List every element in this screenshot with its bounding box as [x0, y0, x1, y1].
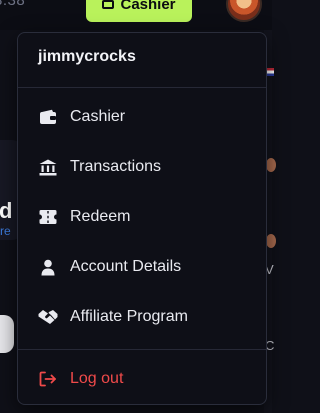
logout-button[interactable]: Log out	[18, 354, 266, 404]
logout-icon	[38, 369, 58, 389]
menu-item-account-details[interactable]: Account Details	[18, 242, 266, 292]
handshake-icon	[38, 307, 58, 327]
divider	[18, 87, 266, 88]
menu-item-transactions[interactable]: Transactions	[18, 142, 266, 192]
ticket-icon	[38, 207, 58, 227]
menu-item-label: Transactions	[70, 158, 161, 175]
account-dropdown-menu: jimmycrocks Cashier Transactions Redeem …	[17, 32, 267, 405]
bank-icon	[38, 157, 58, 177]
background-avatar	[266, 234, 276, 248]
background-button[interactable]	[0, 315, 14, 353]
menu-item-redeem[interactable]: Redeem	[18, 192, 266, 242]
menu-item-label: Affiliate Program	[70, 308, 188, 325]
menu-item-label: Cashier	[70, 108, 126, 125]
flag-icon	[266, 68, 274, 76]
background-heading: d	[0, 198, 13, 223]
wallet-icon	[102, 0, 115, 9]
menu-item-label: Account Details	[70, 258, 182, 275]
user-icon	[38, 257, 58, 277]
header-cashier-label: Cashier	[120, 0, 176, 13]
menu-item-label: Redeem	[70, 208, 131, 225]
menu-item-affiliate-program[interactable]: Affiliate Program	[18, 292, 266, 342]
background-avatar	[266, 158, 276, 172]
balance-display[interactable]: 3.38	[0, 0, 25, 9]
header-cashier-button[interactable]: Cashier	[86, 0, 192, 22]
divider	[18, 349, 266, 350]
logout-label: Log out	[70, 370, 124, 387]
background-link[interactable]: re	[0, 224, 11, 238]
wallet-icon	[38, 107, 58, 127]
username: jimmycrocks	[38, 48, 136, 65]
menu-item-cashier[interactable]: Cashier	[18, 92, 266, 142]
